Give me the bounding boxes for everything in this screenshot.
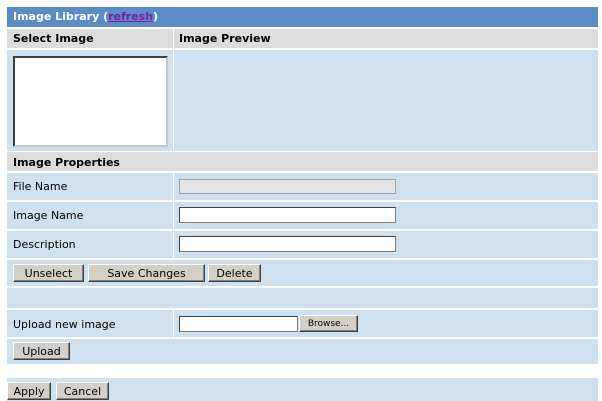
image-library-title: Image Library (refresh) bbox=[13, 10, 158, 23]
image-select-list[interactable] bbox=[13, 56, 168, 147]
apply-button[interactable]: Apply bbox=[7, 382, 51, 400]
upload-button[interactable]: Upload bbox=[13, 342, 70, 360]
image-name-label: Image Name bbox=[13, 209, 84, 222]
image-properties-heading: Image Properties bbox=[13, 156, 120, 169]
upload-new-image-label: Upload new image bbox=[13, 318, 116, 331]
image-preview-heading: Image Preview bbox=[179, 32, 271, 45]
title-suffix: ) bbox=[153, 10, 159, 23]
file-name-field bbox=[179, 179, 396, 194]
description-label: Description bbox=[13, 238, 76, 251]
select-image-heading: Select Image bbox=[13, 32, 94, 45]
refresh-link[interactable]: refresh bbox=[108, 10, 153, 23]
delete-button[interactable]: Delete bbox=[208, 264, 261, 282]
file-name-label: File Name bbox=[13, 180, 68, 193]
image-preview-area bbox=[174, 50, 598, 151]
image-name-field[interactable] bbox=[179, 207, 396, 223]
spacer-row bbox=[7, 288, 598, 308]
browse-button[interactable]: Browse... bbox=[299, 315, 358, 332]
cancel-button[interactable]: Cancel bbox=[56, 382, 109, 400]
description-field[interactable] bbox=[179, 236, 396, 252]
unselect-button[interactable]: Unselect bbox=[13, 264, 84, 282]
title-text: Image Library ( bbox=[13, 10, 109, 23]
upload-file-field[interactable] bbox=[179, 316, 298, 332]
upload-button-row bbox=[7, 339, 598, 364]
save-changes-button[interactable]: Save Changes bbox=[88, 264, 205, 282]
